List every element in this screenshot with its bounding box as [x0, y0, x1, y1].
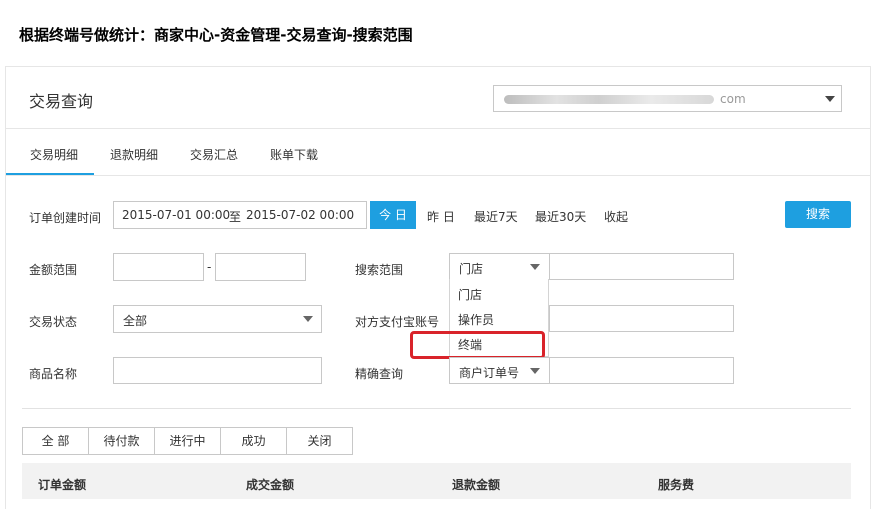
date-separator: 至 — [229, 210, 242, 224]
account-select[interactable]: com — [493, 85, 842, 112]
column-refund-amount: 退款金额 — [452, 478, 501, 492]
collapse-link[interactable]: 收起 — [604, 208, 628, 225]
amount-range-label: 金额范围 — [29, 263, 78, 277]
exact-query-value: 商户订单号 — [459, 366, 520, 380]
exact-query-input[interactable] — [549, 357, 734, 384]
trade-status-select[interactable]: 全部 — [113, 305, 322, 333]
search-button[interactable]: 搜索 — [785, 201, 851, 228]
tab-transaction-details[interactable]: 交易明细 — [30, 146, 78, 163]
exact-query-label: 精确查询 — [355, 367, 404, 381]
date-range-input[interactable]: 2015-07-01 00:00 至 2015-07-02 00:00 — [113, 201, 367, 229]
terminal-highlight-box — [410, 331, 545, 359]
table-header-row: 订单金额 成交金额 退款金额 服务费 — [22, 463, 851, 499]
search-scope-select[interactable]: 门店 — [449, 253, 550, 280]
yesterday-link[interactable]: 昨 日 — [427, 208, 455, 225]
chevron-down-icon[interactable] — [530, 368, 540, 374]
counterparty-account-label: 对方支付宝账号 — [355, 315, 440, 329]
dropdown-option-store[interactable]: 门店 — [458, 286, 482, 303]
header-divider — [6, 128, 871, 129]
exact-query-select[interactable]: 商户订单号 — [449, 357, 550, 384]
blurred-account-name — [504, 95, 714, 104]
status-tab-pending[interactable]: 待付款 — [88, 427, 155, 455]
dropdown-option-operator[interactable]: 操作员 — [458, 311, 494, 328]
trade-status-label: 交易状态 — [29, 315, 78, 329]
order-time-label: 订单创建时间 — [29, 211, 102, 225]
search-scope-input[interactable] — [549, 253, 734, 280]
date-to[interactable]: 2015-07-02 00:00 — [246, 208, 354, 222]
last-30-days-link[interactable]: 最近30天 — [535, 208, 586, 225]
product-name-label: 商品名称 — [29, 367, 78, 381]
date-from[interactable]: 2015-07-01 00:00 — [122, 208, 230, 222]
search-scope-value: 门店 — [459, 262, 484, 276]
chevron-down-icon[interactable] — [530, 264, 540, 270]
status-tabs: 全 部 待付款 进行中 成功 关闭 — [22, 427, 353, 455]
chevron-down-icon[interactable] — [303, 316, 313, 322]
status-tab-processing[interactable]: 进行中 — [154, 427, 221, 455]
chevron-down-icon[interactable] — [825, 96, 835, 102]
tab-transaction-summary[interactable]: 交易汇总 — [190, 146, 238, 163]
caption-title: 根据终端号做统计：商家中心-资金管理-交易查询-搜索范围 — [19, 26, 413, 44]
amount-separator: - — [207, 260, 212, 274]
search-scope-label: 搜索范围 — [355, 263, 404, 277]
tab-refund-details[interactable]: 退款明细 — [110, 146, 158, 163]
page-title: 交易查询 — [29, 92, 94, 111]
today-button[interactable]: 今 日 — [370, 201, 416, 229]
last-7-days-link[interactable]: 最近7天 — [474, 208, 518, 225]
tab-bill-download[interactable]: 账单下载 — [270, 146, 318, 163]
filters-divider — [22, 408, 851, 409]
account-suffix: com — [720, 92, 746, 106]
status-tab-closed[interactable]: 关闭 — [286, 427, 353, 455]
trade-status-value: 全部 — [123, 314, 148, 328]
status-tab-success[interactable]: 成功 — [220, 427, 287, 455]
status-tab-all[interactable]: 全 部 — [22, 427, 89, 455]
amount-min-input[interactable] — [113, 253, 204, 281]
amount-max-input[interactable] — [215, 253, 306, 281]
product-name-input[interactable] — [113, 357, 322, 384]
counterparty-account-input[interactable] — [549, 305, 734, 332]
column-service-fee: 服务费 — [658, 478, 695, 492]
tabs-divider — [6, 175, 871, 176]
column-order-amount: 订单金额 — [38, 478, 87, 492]
column-deal-amount: 成交金额 — [246, 478, 295, 492]
